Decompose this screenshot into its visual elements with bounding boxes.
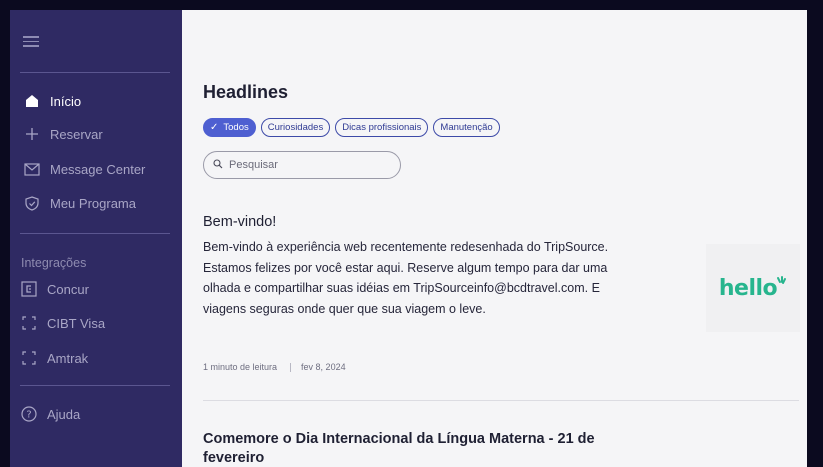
- concur-icon: [21, 281, 37, 297]
- page-title: Headlines: [203, 82, 289, 102]
- sidebar-divider: [20, 72, 170, 73]
- sidebar-divider: [20, 233, 170, 234]
- sidebar-item-label: Concur: [47, 281, 89, 297]
- meta-separator: [290, 362, 292, 372]
- external-bracket-icon: [21, 350, 37, 366]
- sidebar-item-reservar[interactable]: Reservar: [10, 121, 182, 147]
- search-box: [203, 151, 401, 179]
- filter-chip-label: Dicas profissionais: [342, 122, 422, 133]
- article-body: Bem-vindo à experiência web recentemente…: [203, 240, 609, 316]
- article-title[interactable]: Comemore o Dia Internacional da Língua M…: [203, 430, 623, 467]
- filter-chip-manutencao[interactable]: Manutenção: [433, 118, 500, 137]
- filter-chips: ✓ Todos Curiosidades Dicas profissionais…: [203, 118, 500, 137]
- sidebar-item-meu-programa[interactable]: Meu Programa: [10, 190, 182, 216]
- search-icon: [213, 156, 223, 174]
- app-window: Início Reservar Message Center Meu Progr…: [10, 10, 807, 467]
- sidebar-item-label: Ajuda: [47, 406, 81, 422]
- read-time: 1 minuto de leitura: [203, 362, 278, 372]
- mail-icon: [24, 161, 40, 177]
- article-meta: 1 minuto de leitura fev 8, 2024: [203, 362, 346, 372]
- help-icon: ?: [21, 406, 37, 422]
- sidebar-item-inicio[interactable]: Início: [10, 88, 182, 114]
- sidebar-item-amtrak[interactable]: Amtrak: [10, 345, 182, 371]
- sidebar-item-label: Reservar: [50, 126, 103, 142]
- sidebar-item-concur[interactable]: Concur: [10, 276, 182, 302]
- integrations-heading: Integrações: [21, 256, 87, 270]
- plus-icon: [24, 126, 40, 142]
- sidebar-item-label: Início: [50, 93, 82, 109]
- sidebar-item-label: Message Center: [50, 161, 146, 177]
- shield-icon: [24, 195, 40, 211]
- article-thumbnail[interactable]: hello: [706, 244, 800, 332]
- external-bracket-icon: [21, 315, 37, 331]
- filter-chip-dicas-profissionais[interactable]: Dicas profissionais: [335, 118, 429, 137]
- sidebar-item-label: Amtrak: [47, 350, 89, 366]
- article-date: fev 8, 2024: [301, 362, 346, 372]
- svg-text:?: ?: [26, 410, 31, 421]
- sidebar-divider: [20, 385, 170, 386]
- screen-frame: Início Reservar Message Center Meu Progr…: [0, 0, 823, 467]
- article-title[interactable]: Bem-vindo!: [203, 214, 276, 230]
- home-icon: [24, 93, 40, 109]
- search-input[interactable]: [229, 159, 389, 171]
- main-content: Headlines ✓ Todos Curiosidades Dicas pro…: [182, 10, 807, 467]
- filter-chip-label: Curiosidades: [267, 122, 324, 133]
- filter-chip-todos[interactable]: ✓ Todos: [203, 118, 256, 137]
- sparkle-icon: [777, 276, 787, 284]
- hamburger-menu-icon[interactable]: [23, 36, 39, 48]
- sidebar: Início Reservar Message Center Meu Progr…: [10, 10, 182, 467]
- filter-chip-curiosidades[interactable]: Curiosidades: [260, 118, 331, 137]
- sidebar-item-label: CIBT Visa: [47, 315, 106, 331]
- filter-chip-label: Todos: [223, 122, 249, 133]
- sidebar-item-ajuda[interactable]: ? Ajuda: [10, 401, 182, 427]
- sidebar-item-cibt-visa[interactable]: CIBT Visa: [10, 310, 182, 336]
- hello-logo-text: hello: [718, 275, 778, 301]
- filter-chip-label: Manutenção: [440, 122, 493, 133]
- check-icon: ✓: [210, 122, 219, 133]
- article-divider: [203, 400, 799, 401]
- sidebar-item-label: Meu Programa: [50, 195, 136, 211]
- sidebar-item-message-center[interactable]: Message Center: [10, 156, 182, 182]
